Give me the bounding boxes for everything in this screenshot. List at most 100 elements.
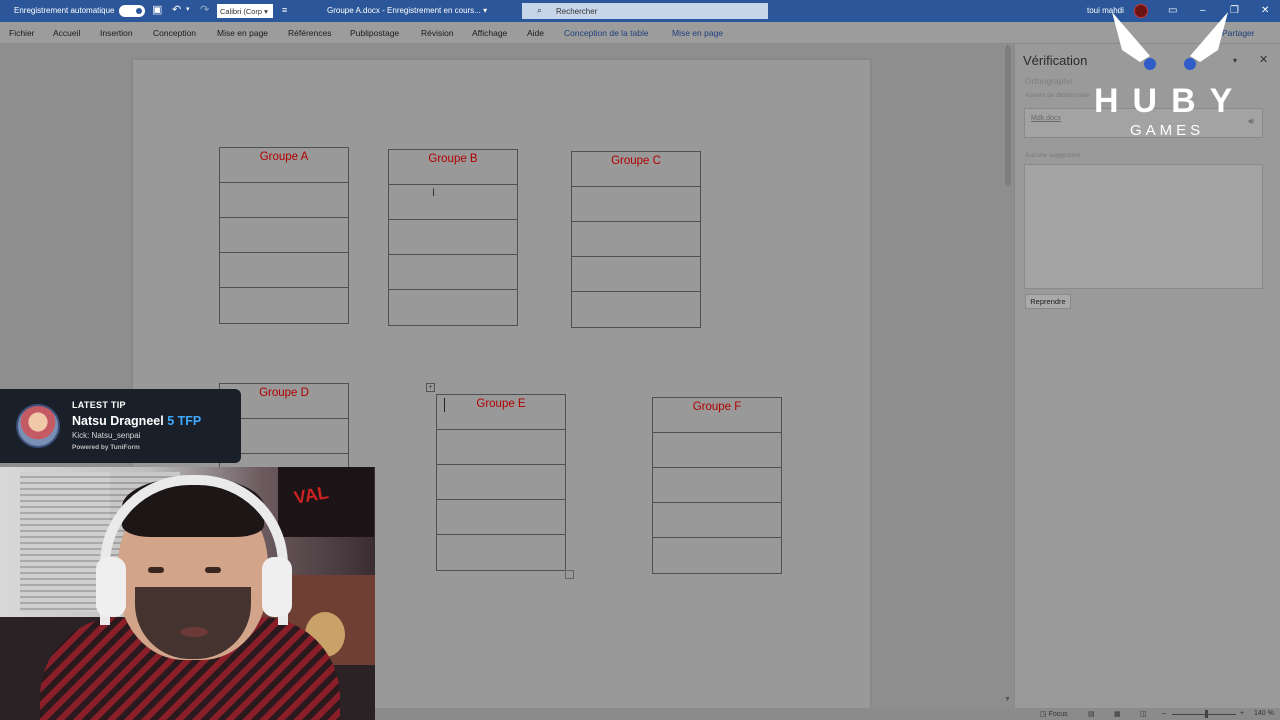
table-row[interactable] bbox=[220, 253, 348, 288]
insertion-caret bbox=[444, 398, 445, 412]
table-row[interactable] bbox=[653, 433, 781, 468]
table-row[interactable] bbox=[437, 535, 565, 570]
headphone-left bbox=[96, 557, 126, 617]
table-row[interactable] bbox=[653, 538, 781, 573]
huby-games-logo: HUBY GAMES bbox=[1092, 12, 1248, 142]
table-header[interactable]: Groupe F bbox=[653, 398, 781, 433]
tab-conception[interactable]: Conception bbox=[153, 28, 196, 38]
table-row[interactable] bbox=[389, 220, 517, 255]
table-groupe-e[interactable]: Groupe E bbox=[436, 394, 566, 571]
zoom-level[interactable]: 140 % bbox=[1254, 710, 1274, 717]
print-layout-icon[interactable]: ▦ bbox=[1114, 710, 1121, 718]
webcam-feed: VAL bbox=[0, 467, 375, 720]
table-header[interactable]: Groupe C bbox=[572, 152, 700, 187]
owl-ears-icon bbox=[1112, 12, 1228, 70]
table-row[interactable] bbox=[220, 288, 348, 323]
tab-mise-en-page-table[interactable]: Mise en page bbox=[672, 28, 723, 38]
tab-accueil[interactable]: Accueil bbox=[53, 28, 80, 38]
table-row[interactable] bbox=[437, 500, 565, 535]
table-header[interactable]: Groupe B bbox=[389, 150, 517, 185]
tip-name-line: Natsu Dragneel 5 TFP bbox=[72, 414, 201, 428]
table-move-handle-icon[interactable]: + bbox=[426, 383, 435, 392]
tab-conception-table[interactable]: Conception de la table bbox=[564, 28, 649, 38]
search-box[interactable]: ⌕ Rechercher bbox=[522, 3, 768, 19]
customize-toolbar-icon[interactable]: ≡ bbox=[282, 4, 287, 16]
table-row[interactable] bbox=[220, 218, 348, 253]
undo-dropdown-icon[interactable]: ▾ bbox=[186, 4, 190, 16]
table-row[interactable] bbox=[389, 255, 517, 290]
table-groupe-c[interactable]: Groupe C bbox=[571, 151, 701, 328]
tip-kick: Kick: Natsu_senpai bbox=[72, 431, 141, 440]
table-row[interactable] bbox=[389, 185, 517, 220]
table-row[interactable] bbox=[572, 257, 700, 292]
scroll-down-icon[interactable]: ▼ bbox=[1004, 696, 1011, 703]
pane-no-suggestions: Aucune suggestion bbox=[1025, 152, 1081, 159]
zoom-out-icon[interactable]: – bbox=[1162, 710, 1166, 717]
table-row[interactable] bbox=[572, 292, 700, 327]
table-row[interactable] bbox=[220, 183, 348, 218]
table-groupe-f[interactable]: Groupe F bbox=[652, 397, 782, 574]
focus-label: Focus bbox=[1048, 711, 1068, 718]
resume-button[interactable]: Reprendre bbox=[1025, 294, 1071, 309]
table-header[interactable]: Groupe E bbox=[437, 395, 565, 430]
tab-insertion[interactable]: Insertion bbox=[100, 28, 133, 38]
table-groupe-a[interactable]: Groupe A bbox=[219, 147, 349, 324]
pane-hint: Absent du dictionnaire bbox=[1025, 92, 1090, 99]
table-groupe-b[interactable]: Groupe B bbox=[388, 149, 518, 326]
tip-amount: 5 TFP bbox=[167, 414, 202, 428]
read-mode-icon[interactable]: ▤ bbox=[1088, 710, 1095, 718]
table-resize-handle[interactable] bbox=[565, 570, 574, 579]
speaker-icon[interactable]: 🔊︎ bbox=[1248, 116, 1254, 127]
pane-close-icon[interactable]: ✕ bbox=[1259, 53, 1268, 66]
logo-letters: HUBY bbox=[1094, 82, 1247, 120]
focus-button[interactable]: ◳ Focus bbox=[1040, 710, 1068, 718]
tipper-avatar bbox=[16, 404, 60, 448]
document-title-text: Groupe A.docx - Enregistrement en cours.… bbox=[327, 6, 481, 15]
tipper-name: Natsu Dragneel bbox=[72, 414, 164, 428]
redo-icon[interactable]: ↷ bbox=[200, 4, 209, 16]
pane-section: Orthographe bbox=[1025, 76, 1073, 86]
tab-revision[interactable]: Révision bbox=[421, 28, 454, 38]
tab-publipostage[interactable]: Publipostage bbox=[350, 28, 399, 38]
autosave-toggle[interactable] bbox=[119, 5, 145, 17]
web-layout-icon[interactable]: ◫ bbox=[1140, 710, 1147, 718]
zoom-slider-thumb[interactable] bbox=[1205, 710, 1208, 718]
close-icon[interactable]: ✕ bbox=[1261, 5, 1269, 16]
vertical-scrollbar[interactable]: ▲ ▼ bbox=[1002, 44, 1014, 708]
text-cursor-icon: I bbox=[432, 187, 436, 199]
pane-title: Vérification bbox=[1023, 53, 1088, 68]
tip-header: LATEST TIP bbox=[72, 400, 126, 410]
save-icon[interactable]: ▣ bbox=[152, 4, 162, 16]
latest-tip-overlay: LATEST TIP Natsu Dragneel 5 TFP Kick: Na… bbox=[0, 389, 241, 463]
search-icon: ⌕ bbox=[537, 5, 543, 15]
pane-word[interactable]: Mdk.docx bbox=[1031, 115, 1061, 122]
resume-label: Reprendre bbox=[1030, 297, 1066, 306]
tab-aide[interactable]: Aide bbox=[527, 28, 544, 38]
autosave-label: Enregistrement automatique bbox=[14, 6, 115, 15]
table-header[interactable]: Groupe A bbox=[220, 148, 348, 183]
ribbon-tabs: Fichier Accueil Insertion Conception Mis… bbox=[0, 22, 1280, 44]
zoom-in-icon[interactable]: + bbox=[1240, 710, 1244, 717]
tab-references[interactable]: Références bbox=[288, 28, 331, 38]
table-row[interactable] bbox=[653, 468, 781, 503]
zoom-slider[interactable] bbox=[1172, 714, 1236, 715]
table-row[interactable] bbox=[437, 430, 565, 465]
tip-powered: Powered by TuniForm bbox=[72, 444, 140, 451]
document-title[interactable]: Groupe A.docx - Enregistrement en cours.… bbox=[327, 6, 487, 15]
streamer-mouth bbox=[180, 627, 208, 637]
undo-icon[interactable]: ↶ bbox=[172, 4, 181, 16]
table-row[interactable] bbox=[572, 222, 700, 257]
scrollbar-thumb[interactable] bbox=[1005, 46, 1011, 186]
tab-affichage[interactable]: Affichage bbox=[472, 28, 507, 38]
headphone-right bbox=[262, 557, 292, 617]
tab-fichier[interactable]: Fichier bbox=[9, 28, 35, 38]
logo-subtitle: GAMES bbox=[1130, 122, 1205, 139]
table-row[interactable] bbox=[437, 465, 565, 500]
title-bar: Enregistrement automatique ▣ ↶ ▾ ↷ Calib… bbox=[0, 0, 1280, 22]
font-name-box[interactable]: Calibri (Corp ▾ bbox=[217, 4, 273, 18]
table-row[interactable] bbox=[572, 187, 700, 222]
wall-poster: VAL bbox=[278, 467, 374, 537]
table-row[interactable] bbox=[653, 503, 781, 538]
tab-mise-en-page[interactable]: Mise en page bbox=[217, 28, 268, 38]
table-row[interactable] bbox=[389, 290, 517, 325]
